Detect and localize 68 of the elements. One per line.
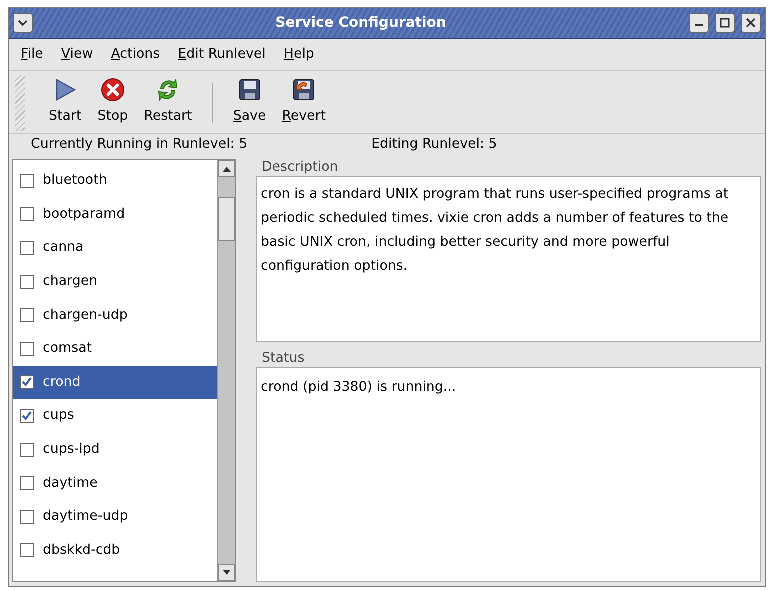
checkbox[interactable] (20, 174, 34, 188)
toolbar-button[interactable]: Stop (92, 75, 134, 131)
service-row[interactable]: chargen-udp (13, 298, 217, 332)
service-name: chargen-udp (43, 308, 128, 323)
service-name: bluetooth (43, 173, 108, 188)
service-row[interactable]: bootparamd (13, 198, 217, 232)
service-name: cups-lpd (43, 442, 100, 458)
service-row[interactable]: chargen (13, 264, 217, 298)
service-name: crond (43, 374, 81, 390)
toolbar-button[interactable]: Revert (276, 75, 332, 131)
window-menu-button[interactable] (13, 13, 33, 33)
up-arrow-icon (222, 166, 230, 172)
service-name: cups (43, 408, 74, 424)
menu-item[interactable]: View (61, 47, 94, 62)
checkbox[interactable] (20, 342, 34, 356)
checkbox[interactable] (20, 408, 34, 423)
service-row[interactable]: cups-lpd (13, 432, 217, 466)
scroll-up-button[interactable] (218, 160, 235, 177)
service-name: dbskkd-cdb (43, 542, 120, 558)
editing-runlevel-label: Editing Runlevel: 5 (372, 137, 498, 152)
menu-item[interactable]: File (21, 47, 44, 62)
current-runlevel-label: Currently Running in Runlevel: 5 (31, 137, 248, 152)
service-row[interactable]: crond (13, 366, 217, 400)
checkbox[interactable] (20, 240, 34, 255)
scroll-thumb[interactable] (218, 197, 235, 241)
service-row[interactable]: daytime-udp (13, 500, 217, 534)
service-name: chargen (43, 274, 98, 290)
menu-item[interactable]: Help (284, 47, 314, 62)
toolbar-grip[interactable] (15, 75, 25, 131)
close-icon (746, 18, 756, 28)
scroll-down-button[interactable] (218, 564, 235, 581)
toolbar-button[interactable]: Start (43, 75, 88, 131)
window-title: Service Configuration (274, 15, 448, 31)
toolbar-button[interactable]: Restart (138, 75, 198, 131)
scrollbar[interactable] (217, 160, 235, 581)
service-name: daytime-udp (43, 509, 128, 524)
service-name: comsat (43, 341, 92, 356)
menu-item[interactable]: Edit Runlevel (178, 47, 266, 62)
checkbox[interactable] (20, 543, 34, 558)
checkbox[interactable] (20, 442, 34, 457)
service-name: canna (43, 240, 84, 256)
checkbox[interactable] (20, 375, 34, 390)
service-row[interactable]: comsat (13, 332, 217, 366)
service-row[interactable]: daytime (13, 466, 217, 500)
menu-item[interactable]: Actions (111, 47, 160, 62)
service-name: bootparamd (43, 206, 126, 222)
description-label: Description (261, 159, 340, 176)
status-text: crond (pid 3380) is running... (256, 367, 761, 582)
down-arrow-icon (222, 570, 230, 576)
service-row[interactable]: bluetooth (13, 164, 217, 198)
checkbox[interactable] (20, 510, 34, 524)
stop-icon (100, 77, 126, 103)
close-button[interactable] (741, 13, 761, 33)
checkbox[interactable] (20, 476, 34, 490)
checkbox[interactable] (20, 207, 34, 222)
checkbox[interactable] (20, 308, 34, 322)
description-text: cron is a standard UNIX program that runs user-specified programs at periodic scheduled times. vixie cron adds a number of features to the basic UNIX cron, including better security and more powerful configuration options. (256, 176, 761, 342)
chevron-down-icon (18, 19, 28, 27)
service-row[interactable]: dbskkd-cdb (13, 534, 217, 568)
service-name: daytime (43, 476, 98, 491)
maximize-button[interactable] (715, 13, 735, 33)
status-label: Status (261, 350, 306, 367)
maximize-icon (720, 18, 730, 28)
service-row[interactable]: cups (13, 399, 217, 433)
minimize-button[interactable] (689, 13, 709, 33)
checkbox[interactable] (20, 274, 34, 289)
service-row[interactable]: canna (13, 231, 217, 265)
toolbar-button[interactable]: Save (227, 75, 272, 131)
